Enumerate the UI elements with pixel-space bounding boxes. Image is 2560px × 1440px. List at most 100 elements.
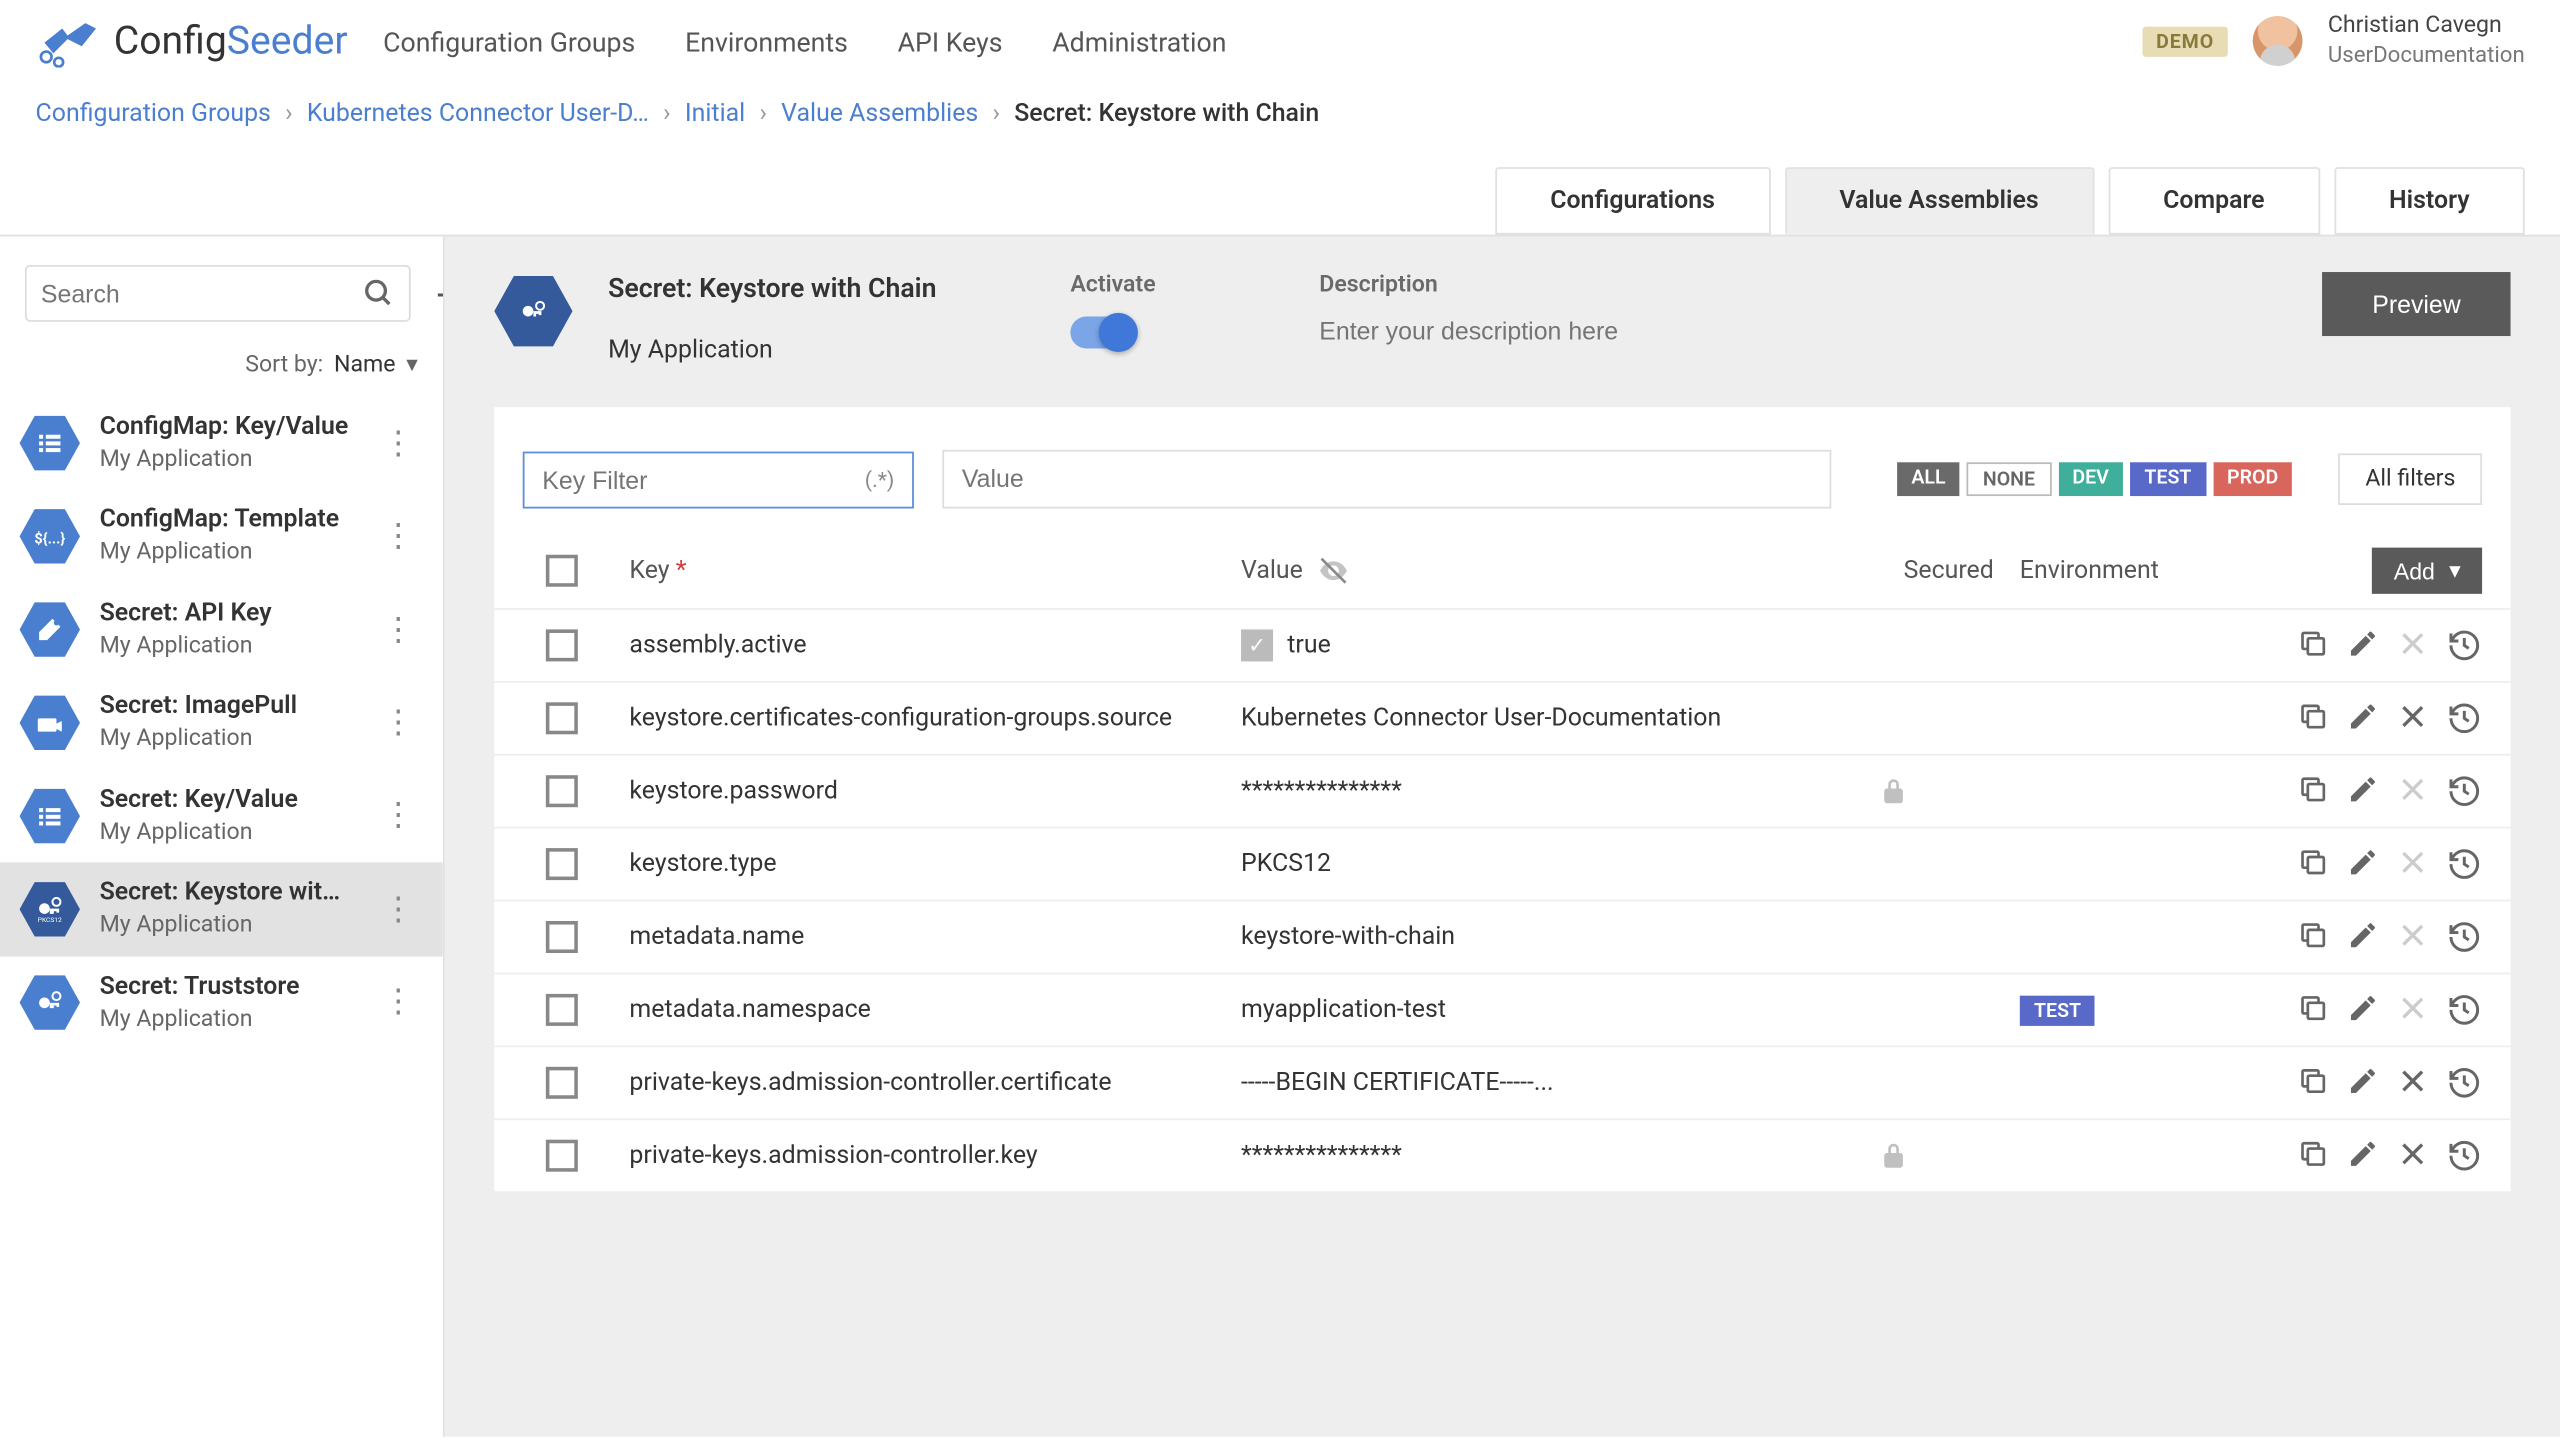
sidebar-item-1[interactable]: ${...} ConfigMap: Template My Applicatio… xyxy=(0,490,443,583)
row-checkbox[interactable] xyxy=(546,994,578,1026)
search-input[interactable] xyxy=(41,278,363,306)
sidebar-item-5[interactable]: PKCS12 Secret: Keystore with … My Applic… xyxy=(0,863,443,956)
copy-icon[interactable] xyxy=(2297,1138,2329,1174)
row-checkbox[interactable] xyxy=(546,1140,578,1172)
crumb-1[interactable]: Kubernetes Connector User-D… xyxy=(307,100,649,128)
copy-icon[interactable] xyxy=(2297,628,2329,664)
nav-environments[interactable]: Environments xyxy=(685,26,848,58)
edit-icon[interactable] xyxy=(2347,1138,2379,1174)
preview-button[interactable]: Preview xyxy=(2322,272,2510,336)
sidebar-item-2[interactable]: Secret: API Key My Application ⋮ xyxy=(0,583,443,676)
kebab-icon[interactable]: ⋮ xyxy=(372,518,425,555)
truststore-icon xyxy=(18,971,82,1035)
kebab-icon[interactable]: ⋮ xyxy=(372,891,425,928)
close-icon[interactable] xyxy=(2397,1065,2429,1101)
crumb-2[interactable]: Initial xyxy=(685,100,745,128)
nav-config-groups[interactable]: Configuration Groups xyxy=(383,26,635,58)
history-icon[interactable] xyxy=(2447,1065,2483,1101)
history-icon[interactable] xyxy=(2447,1138,2483,1174)
sidebar-item-3[interactable]: Secret: ImagePull My Application ⋮ xyxy=(0,676,443,769)
sidebar-item-title: Secret: ImagePull xyxy=(100,690,354,724)
copy-icon[interactable] xyxy=(2297,701,2329,737)
copy-icon[interactable] xyxy=(2297,773,2329,809)
close-icon[interactable] xyxy=(2397,1138,2429,1174)
description-input[interactable] xyxy=(1319,316,2287,344)
edit-icon[interactable] xyxy=(2347,919,2379,955)
env-chip-test[interactable]: TEST xyxy=(2130,462,2205,496)
env-chip-dev[interactable]: DEV xyxy=(2058,462,2123,496)
row-checkbox[interactable] xyxy=(546,1067,578,1099)
row-checkbox[interactable] xyxy=(546,629,578,661)
row-checkbox[interactable] xyxy=(546,848,578,880)
crumb-3[interactable]: Value Assemblies xyxy=(781,100,978,128)
edit-icon[interactable] xyxy=(2347,846,2379,882)
sidebar-item-sub: My Application xyxy=(100,724,354,755)
row-checkbox[interactable] xyxy=(546,921,578,953)
svg-text:PKCS12: PKCS12 xyxy=(38,917,62,925)
activate-label: Activate xyxy=(1070,272,1283,299)
tab-configurations[interactable]: Configurations xyxy=(1495,167,1770,235)
logo[interactable]: ConfigSeeder xyxy=(36,17,348,67)
history-icon[interactable] xyxy=(2447,846,2483,882)
value-filter-wrap[interactable] xyxy=(942,450,1831,509)
table-row: keystore.type PKCS12 xyxy=(494,827,2510,900)
env-chip-prod[interactable]: PROD xyxy=(2213,462,2293,496)
kebab-icon[interactable]: ⋮ xyxy=(372,984,425,1021)
kebab-icon[interactable]: ⋮ xyxy=(372,797,425,834)
select-all-checkbox[interactable] xyxy=(546,555,578,587)
row-key: keystore.password xyxy=(601,777,1241,805)
row-value: -----BEGIN CERTIFICATE-----... xyxy=(1241,1069,1878,1097)
history-icon[interactable] xyxy=(2447,992,2483,1028)
checkbox-filled-icon: ✓ xyxy=(1241,629,1273,661)
tab-value-assemblies[interactable]: Value Assemblies xyxy=(1784,167,2094,235)
env-chip-all[interactable]: ALL xyxy=(1897,462,1960,496)
close-icon[interactable] xyxy=(2397,701,2429,737)
edit-icon[interactable] xyxy=(2347,701,2379,737)
kebab-icon[interactable]: ⋮ xyxy=(372,611,425,648)
search-input-wrap[interactable] xyxy=(25,264,411,321)
row-checkbox[interactable] xyxy=(546,702,578,734)
kebab-icon[interactable]: ⋮ xyxy=(372,704,425,741)
nav-api-keys[interactable]: API Keys xyxy=(898,26,1003,58)
key-filter-input[interactable] xyxy=(542,465,864,493)
row-checkbox[interactable] xyxy=(546,775,578,807)
visibility-off-icon[interactable] xyxy=(1317,555,1349,587)
copy-icon[interactable] xyxy=(2297,992,2329,1028)
close-icon xyxy=(2397,773,2429,809)
edit-icon[interactable] xyxy=(2347,628,2379,664)
copy-icon[interactable] xyxy=(2297,846,2329,882)
value-filter-input[interactable] xyxy=(962,464,1812,492)
nav-administration[interactable]: Administration xyxy=(1052,26,1226,58)
crumb-current: Secret: Keystore with Chain xyxy=(1014,100,1319,128)
key-filter-wrap[interactable]: (.*) xyxy=(523,451,914,508)
imagepull-icon xyxy=(18,691,82,755)
copy-icon[interactable] xyxy=(2297,1065,2329,1101)
tab-compare[interactable]: Compare xyxy=(2108,167,2320,235)
edit-icon[interactable] xyxy=(2347,773,2379,809)
all-filters-button[interactable]: All filters xyxy=(2339,453,2482,505)
edit-icon[interactable] xyxy=(2347,1065,2379,1101)
copy-icon[interactable] xyxy=(2297,919,2329,955)
crumb-0[interactable]: Configuration Groups xyxy=(36,100,271,128)
activate-toggle[interactable] xyxy=(1070,316,1134,348)
sort-by[interactable]: Sort by: Name ▾ xyxy=(0,338,443,397)
user-block[interactable]: Christian Cavegn UserDocumentation xyxy=(2328,12,2525,71)
history-icon[interactable] xyxy=(2447,628,2483,664)
sidebar-item-4[interactable]: Secret: Key/Value My Application ⋮ xyxy=(0,769,443,862)
sidebar-item-sub: My Application xyxy=(100,817,354,848)
history-icon[interactable] xyxy=(2447,701,2483,737)
add-button[interactable]: Add ▾ xyxy=(2372,548,2482,594)
kebab-icon[interactable]: ⋮ xyxy=(372,424,425,461)
env-chip-none[interactable]: NONE xyxy=(1967,462,2051,496)
table-row: metadata.name keystore-with-chain xyxy=(494,900,2510,973)
add-assembly-button[interactable]: ＋ xyxy=(432,261,444,323)
history-icon[interactable] xyxy=(2447,919,2483,955)
sidebar-item-0[interactable]: ConfigMap: Key/Value My Application ⋮ xyxy=(0,396,443,489)
logo-text: ConfigSeeder xyxy=(114,20,348,64)
sidebar-item-sub: My Application xyxy=(100,1004,354,1035)
edit-icon[interactable] xyxy=(2347,992,2379,1028)
tab-history[interactable]: History xyxy=(2334,167,2525,235)
history-icon[interactable] xyxy=(2447,773,2483,809)
sidebar-item-6[interactable]: Secret: Truststore My Application ⋮ xyxy=(0,956,443,1049)
avatar[interactable] xyxy=(2253,17,2303,67)
